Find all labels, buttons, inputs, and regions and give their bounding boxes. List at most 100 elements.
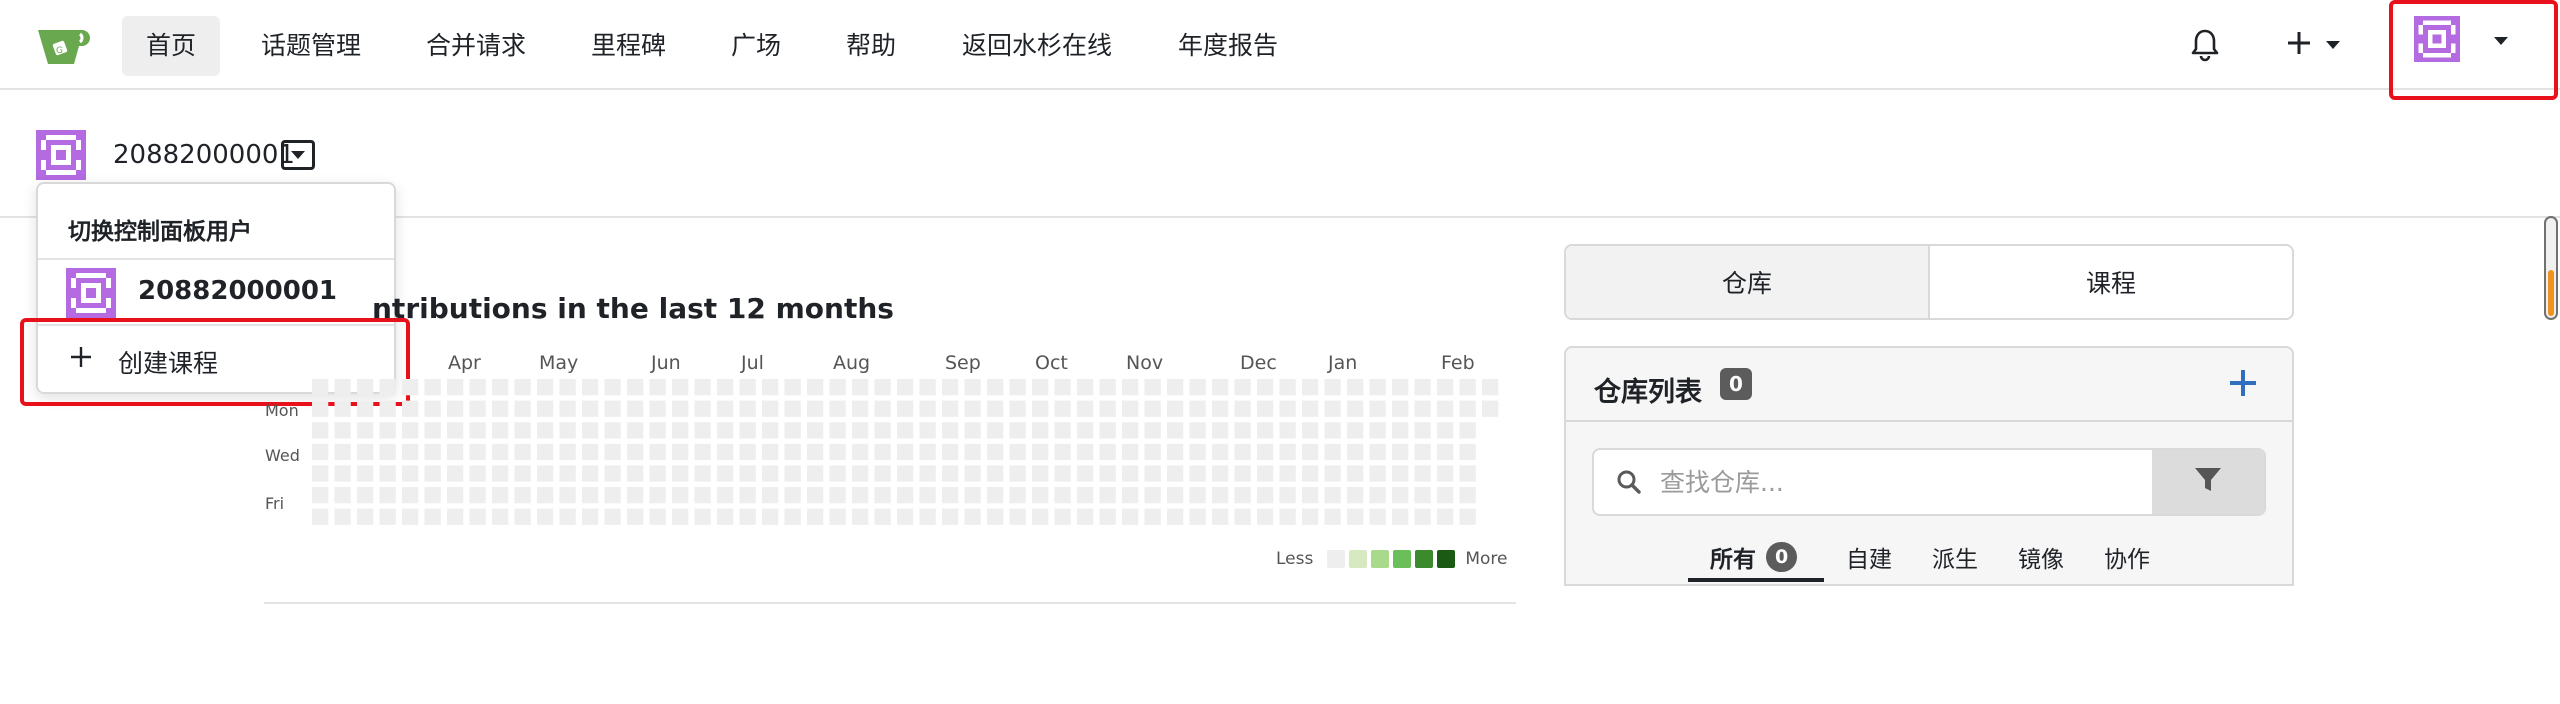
heatmap-cell[interactable]	[627, 422, 644, 439]
heatmap-cell[interactable]	[1077, 443, 1094, 461]
heatmap-cell[interactable]	[919, 443, 936, 461]
heatmap-cell[interactable]	[1302, 508, 1319, 525]
heatmap-cell[interactable]	[357, 487, 374, 504]
heatmap-cell[interactable]	[694, 422, 711, 439]
heatmap-cell[interactable]	[1414, 400, 1431, 417]
heatmap-cell[interactable]	[582, 465, 599, 482]
heatmap-cell[interactable]	[1392, 379, 1409, 396]
heatmap-cell[interactable]	[402, 379, 419, 396]
add-repo-plus-icon[interactable]	[2228, 360, 2258, 406]
heatmap-cell[interactable]	[379, 379, 396, 396]
heatmap-cell[interactable]	[1324, 379, 1341, 396]
heatmap-cell[interactable]	[582, 400, 599, 417]
heatmap-cell[interactable]	[1212, 465, 1229, 482]
nav-merge-requests[interactable]: 合并请求	[402, 16, 550, 76]
heatmap-cell[interactable]	[897, 487, 914, 504]
heatmap-cell[interactable]	[334, 508, 351, 525]
heatmap-cell[interactable]	[1437, 508, 1454, 525]
heatmap-cell[interactable]	[357, 379, 374, 396]
heatmap-cell[interactable]	[874, 400, 891, 417]
heatmap-cell[interactable]	[1279, 487, 1296, 504]
heatmap-cell[interactable]	[492, 508, 509, 525]
heatmap-cell[interactable]	[1189, 465, 1206, 482]
heatmap-cell[interactable]	[1437, 443, 1454, 461]
heatmap-cell[interactable]	[1392, 465, 1409, 482]
heatmap-cell[interactable]	[1212, 487, 1229, 504]
heatmap-cell[interactable]	[1099, 443, 1116, 461]
heatmap-cell[interactable]	[1032, 443, 1049, 461]
heatmap-cell[interactable]	[1122, 487, 1139, 504]
heatmap-cell[interactable]	[1392, 487, 1409, 504]
heatmap-cell[interactable]	[897, 379, 914, 396]
heatmap-cell[interactable]	[469, 443, 486, 461]
heatmap-cell[interactable]	[829, 379, 846, 396]
heatmap-cell[interactable]	[1414, 465, 1431, 482]
heatmap-cell[interactable]	[1324, 400, 1341, 417]
heatmap-cell[interactable]	[379, 443, 396, 461]
heatmap-cell[interactable]	[1257, 465, 1274, 482]
heatmap-cell[interactable]	[559, 422, 576, 439]
heatmap-cell[interactable]	[852, 508, 869, 525]
heatmap-cell[interactable]	[1392, 400, 1409, 417]
heatmap-cell[interactable]	[469, 422, 486, 439]
heatmap-cell[interactable]	[1347, 508, 1364, 525]
heatmap-cell[interactable]	[1369, 465, 1386, 482]
heatmap-cell[interactable]	[514, 465, 531, 482]
heatmap-cell[interactable]	[964, 487, 981, 504]
heatmap-cell[interactable]	[964, 400, 981, 417]
heatmap-cell[interactable]	[492, 465, 509, 482]
heatmap-cell[interactable]	[672, 400, 689, 417]
heatmap-cell[interactable]	[1189, 379, 1206, 396]
heatmap-cell[interactable]	[919, 508, 936, 525]
heatmap-cell[interactable]	[424, 400, 441, 417]
heatmap-cell[interactable]	[492, 400, 509, 417]
heatmap-cell[interactable]	[987, 443, 1004, 461]
heatmap-cell[interactable]	[582, 508, 599, 525]
heatmap-cell[interactable]	[604, 443, 621, 461]
heatmap-cell[interactable]	[694, 379, 711, 396]
heatmap-cell[interactable]	[1009, 400, 1026, 417]
heatmap-cell[interactable]	[649, 487, 666, 504]
heatmap-cell[interactable]	[312, 487, 329, 504]
heatmap-cell[interactable]	[987, 422, 1004, 439]
heatmap-cell[interactable]	[1257, 400, 1274, 417]
heatmap-cell[interactable]	[334, 400, 351, 417]
heatmap-cell[interactable]	[1009, 508, 1026, 525]
heatmap-cell[interactable]	[649, 422, 666, 439]
heatmap-cell[interactable]	[672, 379, 689, 396]
heatmap-cell[interactable]	[1122, 400, 1139, 417]
heatmap-cell[interactable]	[1054, 487, 1071, 504]
subtab-forks[interactable]: 派生	[1932, 540, 1978, 574]
heatmap-cell[interactable]	[469, 465, 486, 482]
heatmap-cell[interactable]	[559, 465, 576, 482]
heatmap-cell[interactable]	[379, 422, 396, 439]
heatmap-cell[interactable]	[1189, 422, 1206, 439]
heatmap-cell[interactable]	[874, 508, 891, 525]
heatmap-cell[interactable]	[424, 487, 441, 504]
heatmap-cell[interactable]	[1054, 379, 1071, 396]
heatmap-cell[interactable]	[874, 379, 891, 396]
heatmap-cell[interactable]	[1099, 379, 1116, 396]
heatmap-cell[interactable]	[402, 508, 419, 525]
nav-back-online[interactable]: 返回水杉在线	[938, 16, 1136, 76]
heatmap-cell[interactable]	[649, 443, 666, 461]
heatmap-cell[interactable]	[1414, 508, 1431, 525]
heatmap-cell[interactable]	[537, 443, 554, 461]
heatmap-cell[interactable]	[1414, 487, 1431, 504]
heatmap-cell[interactable]	[492, 443, 509, 461]
heatmap-cell[interactable]	[1167, 487, 1184, 504]
heatmap-cell[interactable]	[1459, 443, 1476, 461]
heatmap-cell[interactable]	[1167, 465, 1184, 482]
heatmap-cell[interactable]	[717, 422, 734, 439]
heatmap-cell[interactable]	[514, 508, 531, 525]
heatmap-cell[interactable]	[874, 443, 891, 461]
heatmap-cell[interactable]	[649, 465, 666, 482]
heatmap-cell[interactable]	[942, 443, 959, 461]
heatmap-cell[interactable]	[1369, 487, 1386, 504]
heatmap-cell[interactable]	[1302, 443, 1319, 461]
heatmap-cell[interactable]	[1144, 400, 1161, 417]
heatmap-cell[interactable]	[829, 443, 846, 461]
heatmap-cell[interactable]	[447, 379, 464, 396]
heatmap-cell[interactable]	[1437, 422, 1454, 439]
heatmap-cell[interactable]	[1054, 400, 1071, 417]
